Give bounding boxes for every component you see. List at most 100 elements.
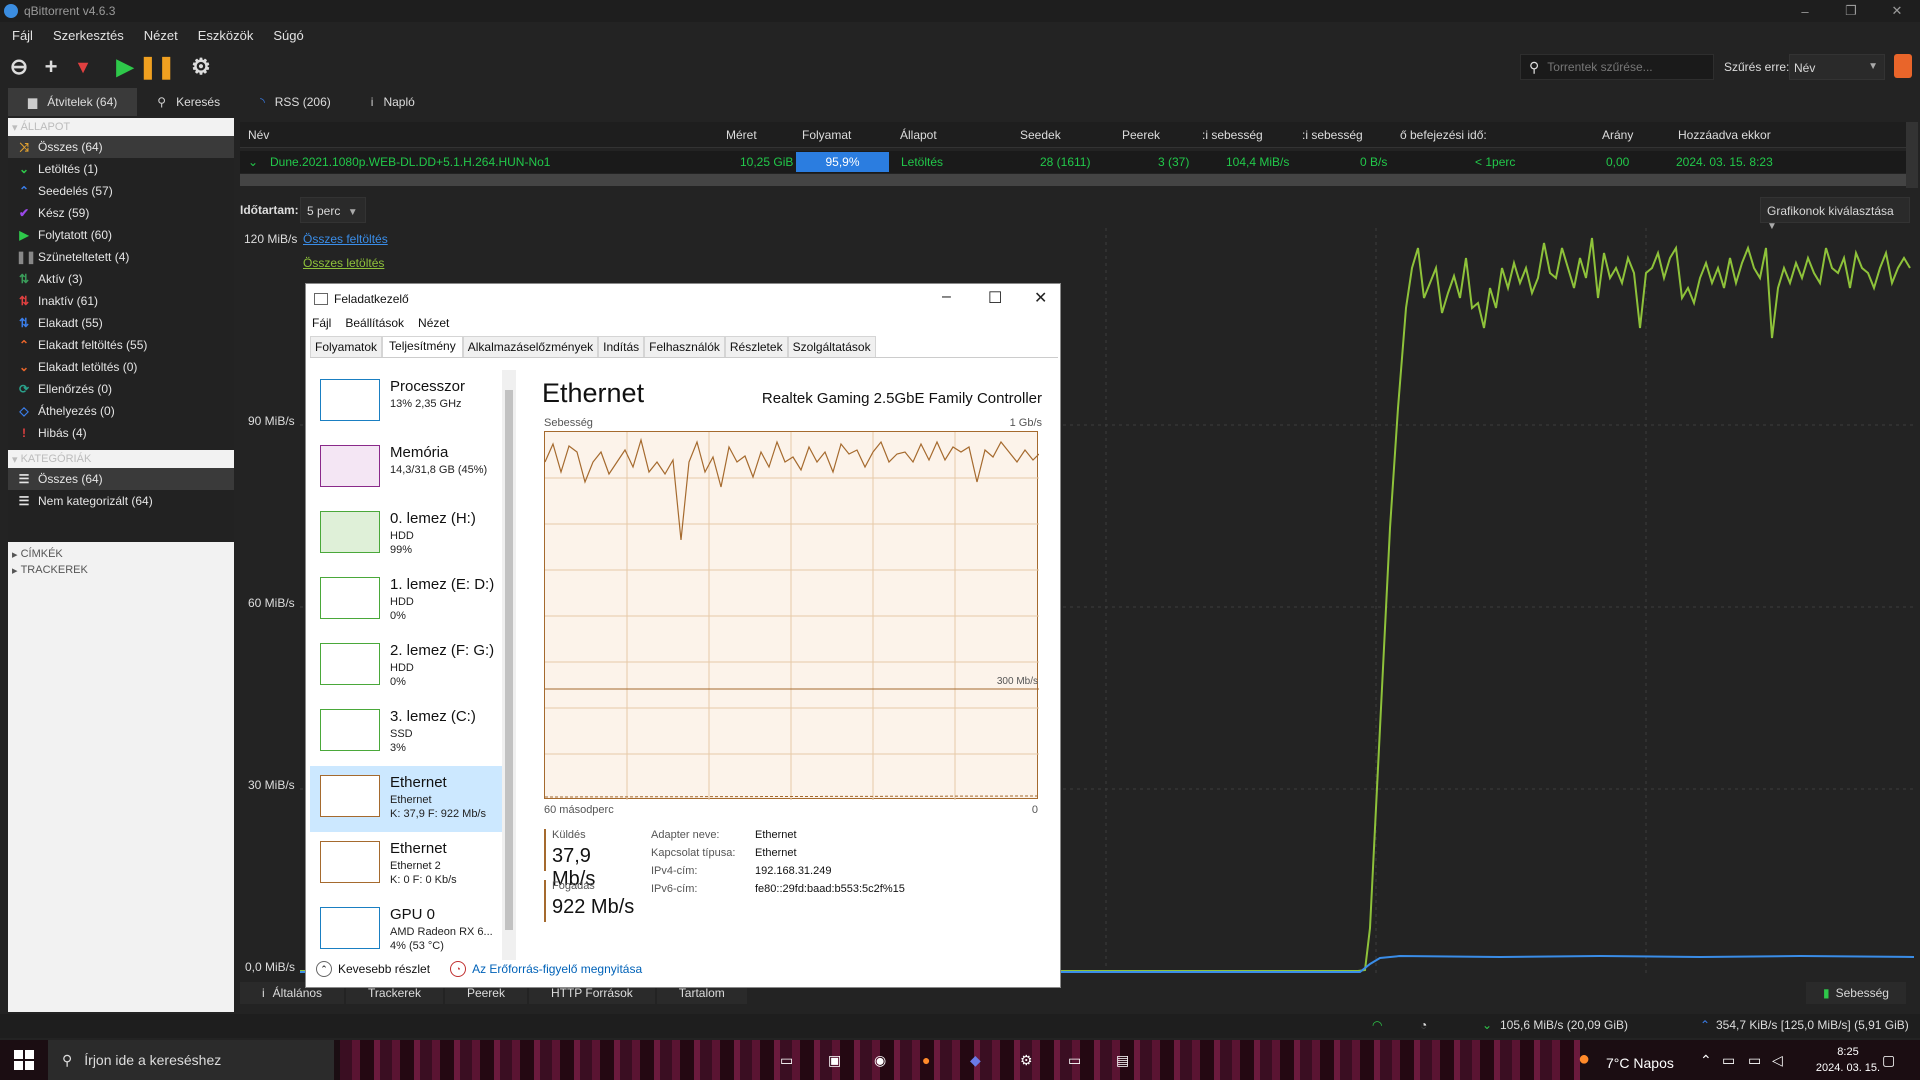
- delete-icon[interactable]: ▼: [70, 54, 96, 80]
- col-seeds[interactable]: Seedek: [1020, 128, 1061, 142]
- status-upload[interactable]: 354,7 KiB/s [125,0 MiB/s] (5,91 GiB): [1716, 1018, 1909, 1032]
- tm-resource-item[interactable]: Memória 14,3/31,8 GB (45%): [310, 436, 510, 502]
- taskbar-search[interactable]: ⚲ Írjon ide a kereséshez: [48, 1040, 334, 1080]
- app-icon-firefox[interactable]: ●: [922, 1052, 930, 1068]
- sidebar-status-item[interactable]: ⟳ Ellenőrzés (0): [8, 378, 234, 400]
- col-dl-speed[interactable]: :i sebesség: [1202, 128, 1263, 142]
- col-status[interactable]: Állapot: [900, 128, 937, 142]
- weather-text[interactable]: 7°C Napos: [1606, 1055, 1674, 1071]
- tm-maximize-button[interactable]: ☐: [988, 288, 1002, 308]
- sidebar-status-item[interactable]: ❚❚ Szüneteltetett (4): [8, 246, 234, 268]
- trackers-section-header[interactable]: ▸ TRACKEREK: [8, 562, 88, 578]
- legend-total-upload[interactable]: Összes feltöltés: [303, 232, 388, 246]
- sidebar-status-item[interactable]: ⇅ Inaktív (61): [8, 290, 234, 312]
- tm-menu-options[interactable]: Beállítások: [345, 316, 404, 330]
- sidebar-status-item[interactable]: ⌄ Elakadt letöltés (0): [8, 356, 234, 378]
- notification-icon[interactable]: ▢: [1882, 1052, 1895, 1069]
- table-scrollbar[interactable]: [1906, 122, 1918, 188]
- sidebar-status-item[interactable]: ⇅ Elakadt (55): [8, 312, 234, 334]
- app-icon-folder[interactable]: ▭: [780, 1052, 793, 1069]
- add-link-icon[interactable]: ⊖: [6, 54, 32, 80]
- tags-section-header[interactable]: ▸ CÍMKÉK: [8, 546, 63, 562]
- sidebar-status-item[interactable]: ⇅ Aktív (3): [8, 268, 234, 290]
- menu-file[interactable]: Fájl: [12, 28, 33, 43]
- col-name[interactable]: Név: [248, 128, 269, 142]
- app-icon-taskmanager[interactable]: ▤: [1116, 1052, 1129, 1069]
- horizontal-scrollbar[interactable]: [240, 174, 1906, 186]
- filter-select[interactable]: Név ▼: [1789, 54, 1885, 80]
- close-button[interactable]: ✕: [1874, 0, 1920, 22]
- col-eta[interactable]: ő befejezési idő:: [1400, 128, 1487, 142]
- pause-icon[interactable]: ❚❚: [139, 54, 176, 80]
- app-icon-discord[interactable]: ◆: [970, 1052, 981, 1069]
- torrent-filter-input[interactable]: ⚲ Torrentek szűrése...: [1520, 54, 1714, 80]
- tm-menu-view[interactable]: Nézet: [418, 316, 449, 330]
- table-row[interactable]: ⌄ Dune.2021.1080p.WEB-DL.DD+5.1.H.264.HU…: [240, 151, 1906, 173]
- status-section-header[interactable]: ▾ ÁLLAPOT: [8, 118, 234, 136]
- tab-search[interactable]: ⚲ Keresés: [137, 88, 240, 116]
- scroll-thumb[interactable]: [505, 390, 513, 930]
- tm-list-scrollbar[interactable]: [502, 370, 516, 960]
- resource-monitor-link[interactable]: ◔ Az Erőforrás-figyelő megnyitása: [450, 961, 642, 977]
- speed-limit-icon[interactable]: ◔: [1420, 1018, 1427, 1032]
- chevron-up-icon[interactable]: ⌃: [1700, 1052, 1712, 1069]
- app-icon-qbittorrent[interactable]: ◉: [874, 1052, 886, 1069]
- network-icon[interactable]: ▭: [1722, 1052, 1735, 1069]
- app-icon-settings[interactable]: ⚙: [1020, 1052, 1033, 1069]
- menu-help[interactable]: Súgó: [273, 28, 303, 43]
- tab-speed[interactable]: ▮ Sebesség: [1806, 982, 1906, 1004]
- tm-tab-services[interactable]: Szolgáltatások: [787, 336, 876, 357]
- tm-tab-processes[interactable]: Folyamatok: [310, 336, 383, 357]
- legend-total-download[interactable]: Összes letöltés: [303, 256, 384, 270]
- sidebar-status-item[interactable]: ⤨ Összes (64): [8, 136, 234, 158]
- settings-gear-icon[interactable]: ⚙: [188, 54, 214, 80]
- connection-status-icon[interactable]: ◠: [1372, 1018, 1382, 1032]
- sidebar-status-item[interactable]: ◇ Áthelyezés (0): [8, 400, 234, 422]
- tm-tab-app-history[interactable]: Alkalmazáselőzmények: [462, 336, 599, 357]
- duration-select[interactable]: 5 perc ▼: [300, 197, 366, 223]
- tm-resource-item[interactable]: 0. lemez (H:) HDD 99%: [310, 502, 510, 568]
- clock[interactable]: 8:25 2024. 03. 15.: [1812, 1044, 1884, 1076]
- graph-select-button[interactable]: Grafikonok kiválasztása ▼: [1760, 197, 1910, 232]
- tab-rss[interactable]: ◝ RSS (206): [240, 88, 351, 116]
- tm-resource-item[interactable]: Ethernet Ethernet 2 K: 0 F: 0 Kb/s: [310, 832, 510, 898]
- app-icon-save[interactable]: ▣: [828, 1052, 841, 1069]
- status-download[interactable]: 105,6 MiB/s (20,09 GiB): [1500, 1018, 1628, 1032]
- windows-start-icon[interactable]: [14, 1050, 34, 1070]
- col-peers[interactable]: Peerek: [1122, 128, 1160, 142]
- tm-tab-users[interactable]: Felhasználók: [644, 336, 725, 357]
- resume-icon[interactable]: ▶: [112, 54, 138, 80]
- col-ratio[interactable]: Arány: [1602, 128, 1633, 142]
- fewer-details-link[interactable]: Kevesebb részlet: [338, 962, 430, 976]
- menu-view[interactable]: Nézet: [144, 28, 178, 43]
- tm-tab-performance[interactable]: Teljesítmény: [382, 336, 463, 357]
- tm-close-button[interactable]: ✕: [1034, 288, 1047, 308]
- category-all[interactable]: ☰ Összes (64): [8, 468, 234, 490]
- tm-resource-item[interactable]: Ethernet Ethernet K: 37,9 F: 922 Mb/s: [310, 766, 510, 832]
- volume-icon[interactable]: ◁: [1772, 1052, 1783, 1069]
- tm-resource-item[interactable]: 3. lemez (C:) SSD 3%: [310, 700, 510, 766]
- tm-resource-item[interactable]: GPU 0 AMD Radeon RX 6... 4% (53 °C): [310, 898, 510, 960]
- tm-resource-item[interactable]: Processzor 13% 2,35 GHz: [310, 370, 510, 436]
- tm-menu-file[interactable]: Fájl: [312, 316, 331, 330]
- tm-resource-item[interactable]: 1. lemez (E: D:) HDD 0%: [310, 568, 510, 634]
- menu-tools[interactable]: Eszközök: [198, 28, 254, 43]
- battery-icon[interactable]: ▭: [1748, 1052, 1761, 1069]
- sidebar-status-item[interactable]: ✔ Kész (59): [8, 202, 234, 224]
- sidebar-status-item[interactable]: ⌃ Elakadt feltöltés (55): [8, 334, 234, 356]
- add-torrent-icon[interactable]: +: [38, 54, 64, 80]
- app-icon-window[interactable]: ▭: [1068, 1052, 1081, 1069]
- tm-resource-item[interactable]: 2. lemez (F: G:) HDD 0%: [310, 634, 510, 700]
- tm-tab-details[interactable]: Részletek: [724, 336, 788, 357]
- menu-edit[interactable]: Szerkesztés: [53, 28, 124, 43]
- sidebar-status-item[interactable]: ▶ Folytatott (60): [8, 224, 234, 246]
- restore-button[interactable]: ❐: [1828, 0, 1874, 22]
- minimize-button[interactable]: –: [1782, 0, 1828, 22]
- sidebar-status-item[interactable]: ! Hibás (4): [8, 422, 234, 444]
- categories-section-header[interactable]: ▾ KATEGÓRIÁK: [8, 450, 234, 468]
- sidebar-status-item[interactable]: ⌄ Letöltés (1): [8, 158, 234, 180]
- col-added[interactable]: Hozzáadva ekkor: [1678, 128, 1771, 142]
- tm-minimize-button[interactable]: –: [942, 288, 951, 306]
- sidebar-status-item[interactable]: ⌃ Seedelés (57): [8, 180, 234, 202]
- tm-tab-startup[interactable]: Indítás: [598, 336, 645, 357]
